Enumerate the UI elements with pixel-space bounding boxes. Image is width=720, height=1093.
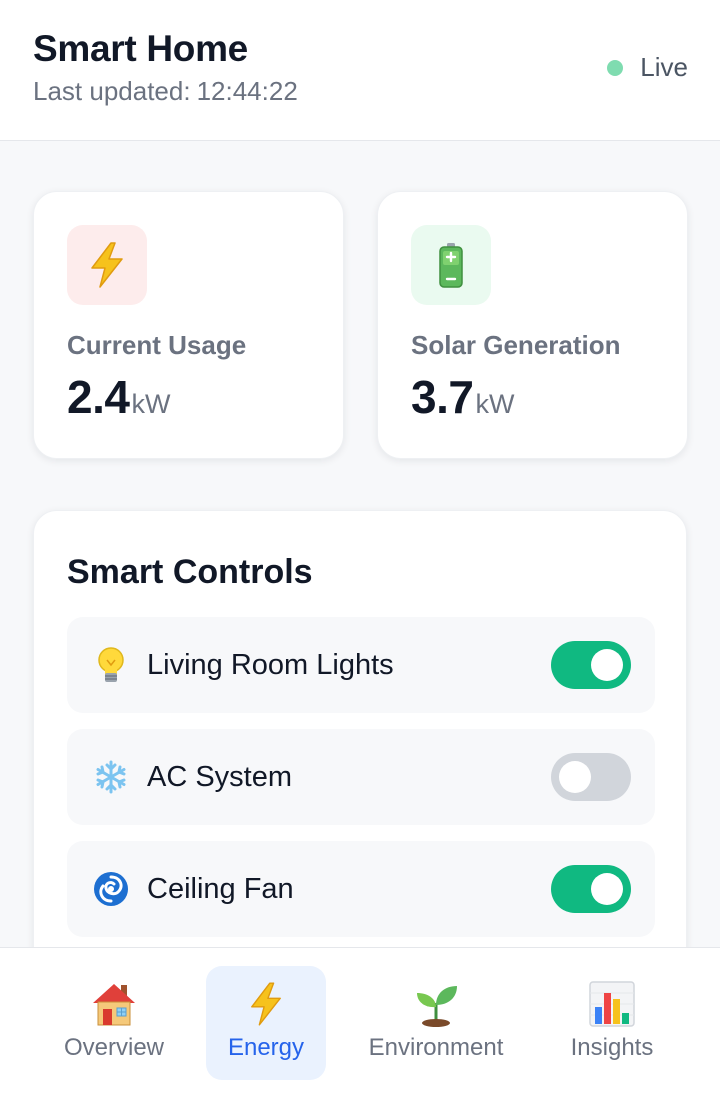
solar-generation-number: 3.7	[411, 371, 474, 423]
nav-label: Overview	[63, 1034, 165, 1061]
nav-environment[interactable]: Environment	[356, 966, 516, 1080]
house-icon	[90, 980, 138, 1028]
last-updated: Last updated: 12:44:22	[33, 76, 298, 107]
control-row-ceiling-fan: Ceiling Fan	[67, 841, 655, 937]
current-usage-label: Current Usage	[67, 330, 247, 360]
nav-label: Energy	[227, 1034, 305, 1061]
live-status-dot	[607, 59, 624, 76]
battery-icon	[411, 225, 491, 305]
control-label: Ceiling Fan	[147, 872, 294, 905]
solar-generation-value: 3.7 kW	[411, 370, 514, 424]
control-row-ac-system: AC System	[67, 729, 655, 825]
header: Smart Home Last updated: 12:44:22 Live	[0, 0, 720, 141]
toggle-knob	[559, 761, 591, 793]
current-usage-unit: kW	[131, 389, 171, 419]
control-row-living-room-lights: Living Room Lights	[67, 617, 655, 713]
solar-generation-unit: kW	[475, 389, 515, 419]
snowflake-icon	[91, 757, 131, 797]
current-usage-value: 2.4 kW	[67, 370, 170, 424]
toggle-knob	[591, 873, 623, 905]
nav-energy[interactable]: Energy	[206, 966, 326, 1080]
lightning-icon	[67, 225, 147, 305]
nav-label: Insights	[570, 1034, 654, 1061]
app: Smart Home Last updated: 12:44:22 Live Cu…	[0, 0, 720, 1093]
lightbulb-icon	[91, 645, 131, 685]
nav-label: Environment	[368, 1034, 504, 1061]
seedling-icon	[412, 980, 460, 1028]
live-status-label: Live	[640, 52, 688, 82]
toggle-knob	[591, 649, 623, 681]
current-usage-number: 2.4	[67, 371, 130, 423]
bottom-nav: Overview Energy Environment Insights	[0, 947, 720, 1093]
smart-controls-title: Smart Controls	[67, 553, 313, 591]
current-usage-card: Current Usage 2.4 kW	[33, 191, 344, 459]
control-label: AC System	[147, 760, 293, 793]
last-updated-label: Last updated:	[33, 76, 191, 106]
live-status: Live	[607, 52, 688, 83]
solar-generation-card: Solar Generation 3.7 kW	[377, 191, 688, 459]
nav-insights[interactable]: Insights	[552, 966, 672, 1080]
cyclone-fan-icon	[91, 869, 131, 909]
control-label: Living Room Lights	[147, 648, 394, 681]
ac-system-toggle[interactable]	[551, 753, 631, 801]
bar-chart-icon	[588, 980, 636, 1028]
solar-generation-label: Solar Generation	[411, 330, 621, 360]
nav-overview[interactable]: Overview	[54, 966, 174, 1080]
lightning-icon	[242, 980, 290, 1028]
last-updated-time: 12:44:22	[196, 76, 298, 106]
living-room-lights-toggle[interactable]	[551, 641, 631, 689]
page-title: Smart Home	[33, 28, 248, 69]
ceiling-fan-toggle[interactable]	[551, 865, 631, 913]
